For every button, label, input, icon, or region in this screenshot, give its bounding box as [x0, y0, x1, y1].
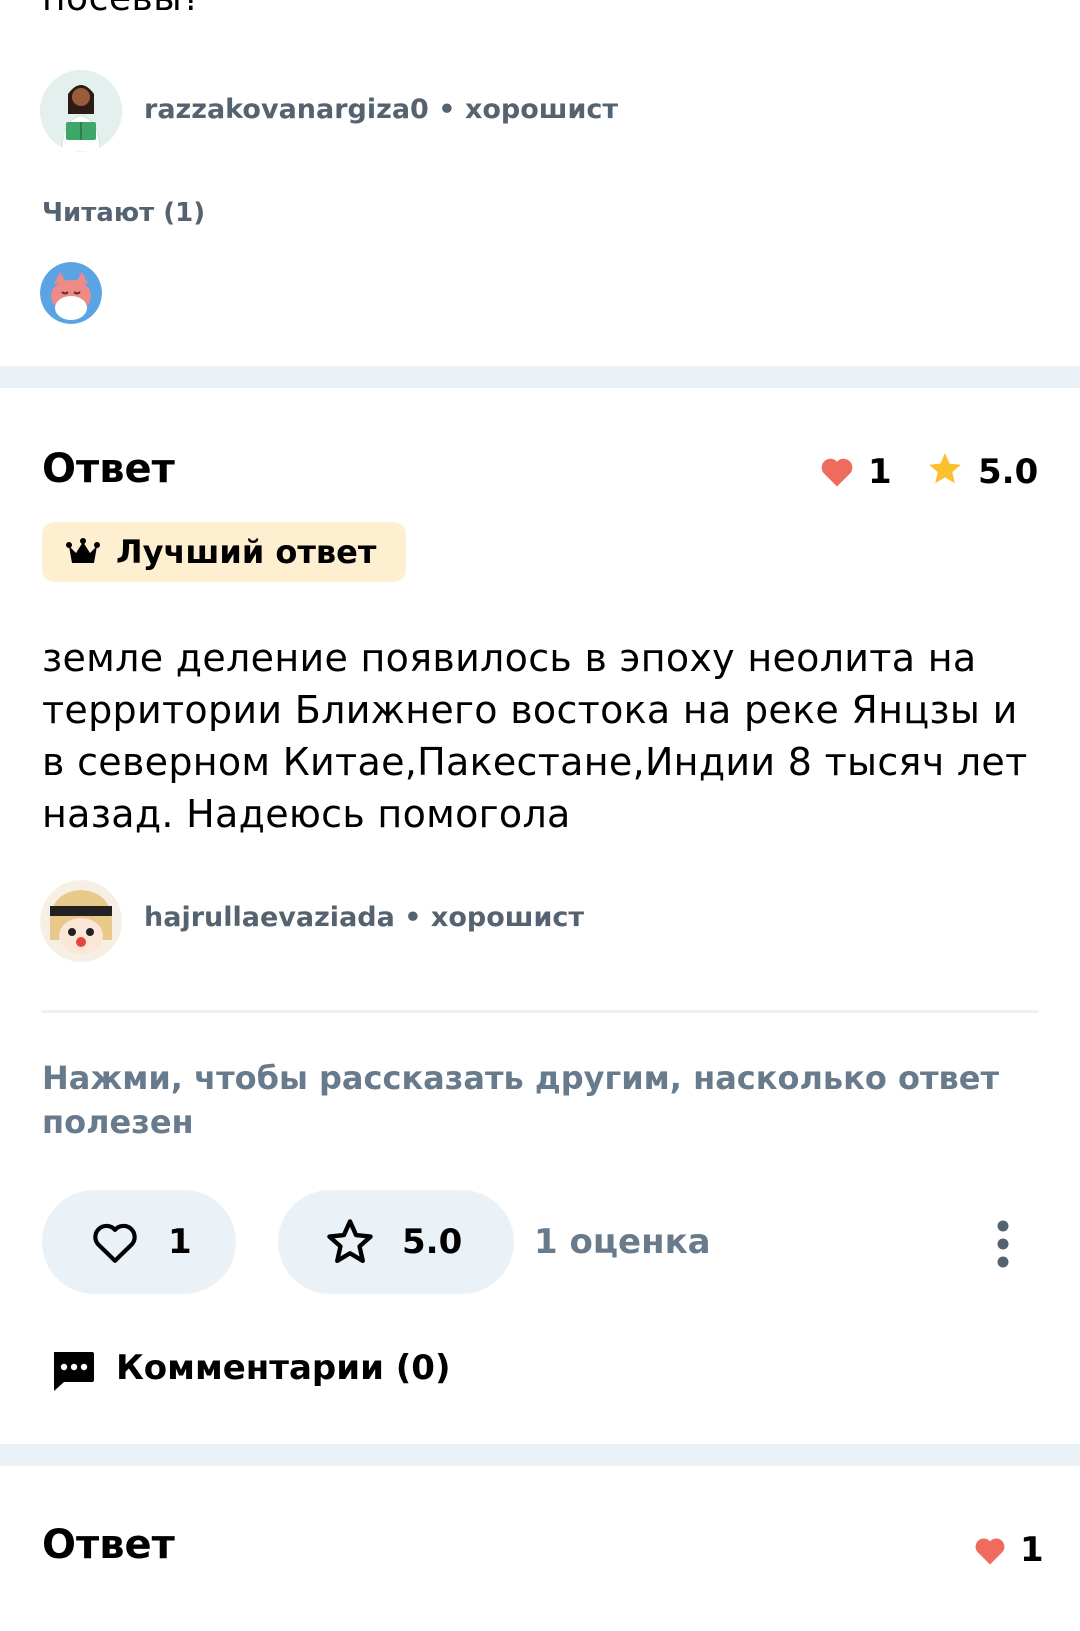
- cat-avatar-icon: [40, 262, 102, 324]
- section-divider: [0, 1444, 1080, 1466]
- heart-icon: [972, 1534, 1008, 1566]
- best-answer-badge: Лучший ответ: [42, 522, 406, 582]
- asker-info: razzakovanargiza0 • хорошист: [144, 94, 618, 125]
- answer-separator-line: [42, 1010, 1038, 1013]
- comments-link[interactable]: Комментарии (0): [116, 1348, 451, 1388]
- asker-avatar[interactable]: [40, 70, 122, 152]
- rate-button[interactable]: 5.0: [278, 1190, 514, 1294]
- separator-dot: •: [404, 902, 422, 933]
- answerer-rank: хорошист: [430, 902, 585, 933]
- second-answer-likes-count: 1: [1020, 1530, 1044, 1570]
- answer-body-text: земле деление появилось в эпоху неолита …: [42, 636, 1028, 836]
- asker-username[interactable]: razzakovanargiza0: [144, 94, 429, 125]
- readers-label: Читают (1): [42, 198, 206, 228]
- answerer-avatar[interactable]: [40, 880, 122, 962]
- separator-dot: •: [438, 94, 456, 125]
- more-vertical-icon[interactable]: [990, 1218, 1016, 1270]
- asker-rank: хорошист: [464, 94, 619, 125]
- second-answer-title: Ответ: [42, 1522, 175, 1568]
- reader-avatar[interactable]: [40, 262, 102, 324]
- answer-title: Ответ: [42, 446, 175, 492]
- best-answer-label: Лучший ответ: [116, 533, 377, 571]
- star-icon: [926, 450, 964, 488]
- comment-icon[interactable]: [50, 1350, 96, 1392]
- like-button[interactable]: 1: [42, 1190, 236, 1294]
- rate-button-value: 5.0: [402, 1222, 463, 1262]
- reading-woman-avatar-icon: [40, 70, 122, 152]
- answerer-username[interactable]: hajrullaevaziada: [144, 902, 395, 933]
- question-text-fragment: посевы?: [42, 0, 202, 19]
- answerer-info: hajrullaevaziada • хорошист: [144, 902, 584, 933]
- section-divider: [0, 366, 1080, 388]
- anime-girl-avatar-icon: [40, 880, 122, 962]
- crown-icon: [66, 537, 100, 567]
- heart-outline-icon: [90, 1219, 140, 1265]
- ratings-count: 1 оценка: [534, 1222, 711, 1262]
- answer-likes-count: 1: [868, 452, 892, 492]
- heart-icon: [818, 454, 856, 488]
- like-button-count: 1: [168, 1222, 192, 1262]
- star-outline-icon: [324, 1216, 376, 1268]
- feedback-prompt: Нажми, чтобы рассказать другим, наскольк…: [42, 1059, 999, 1141]
- answer-rating-value: 5.0: [978, 452, 1039, 492]
